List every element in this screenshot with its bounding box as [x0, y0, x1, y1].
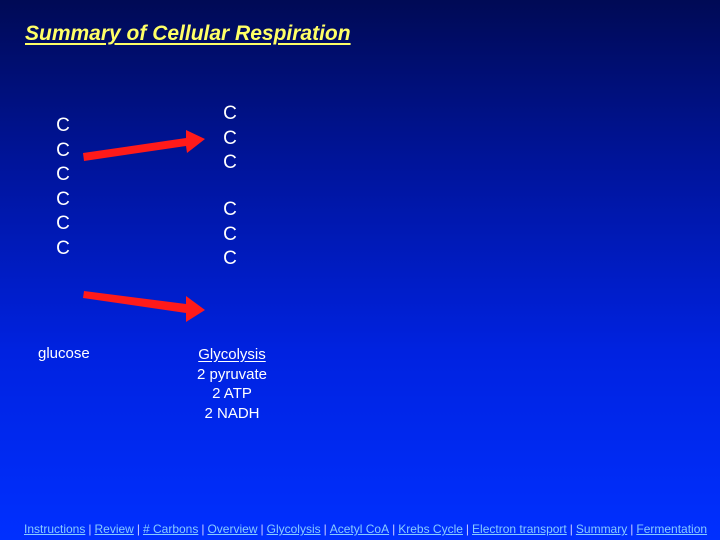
carbon-atom: C — [223, 152, 237, 173]
glycolysis-heading: Glycolysis — [198, 346, 266, 363]
pyruvate-carbon-chain-1: C C C — [220, 102, 240, 176]
nav-link-overview[interactable]: Overview — [207, 522, 257, 536]
product-pyruvate: 2 pyruvate — [196, 365, 268, 383]
glucose-carbon-chain: C C C C C C — [53, 114, 73, 261]
carbon-atom: C — [223, 103, 237, 124]
nav-link-glycolysis[interactable]: Glycolysis — [267, 522, 321, 536]
nav-separator: | — [392, 522, 396, 536]
glycolysis-summary: Glycolysis 2 pyruvate 2 ATP 2 NADH — [180, 345, 284, 423]
navigation-bar: Instructions | Review | # Carbons | Overview | G… — [24, 522, 720, 536]
nav-link-instructions[interactable]: Instructions — [24, 522, 85, 536]
carbon-atom: C — [56, 237, 70, 259]
nav-link-krebs-cycle[interactable]: Krebs Cycle — [398, 522, 463, 536]
arrows-layer — [83, 130, 205, 322]
carbon-atom: C — [223, 127, 237, 149]
nav-link-acetyl-coa[interactable]: Acetyl CoA — [330, 522, 389, 536]
arrow-right-icon — [83, 130, 205, 161]
product-nadh: 2 NADH — [204, 404, 260, 422]
product-atp: 2 ATP — [212, 385, 252, 402]
nav-separator: | — [323, 522, 327, 536]
nav-link-fermentation[interactable]: Fermentation — [636, 522, 707, 536]
nav-separator: | — [260, 522, 264, 536]
slide-title: Summary of Cellular Respiration — [25, 22, 351, 45]
nav-separator: | — [630, 522, 634, 536]
carbon-atom: C — [56, 115, 70, 136]
nav-separator: | — [88, 522, 92, 536]
carbon-atom: C — [56, 164, 70, 185]
nav-link-review[interactable]: Review — [94, 522, 133, 536]
nav-separator: | — [201, 522, 205, 536]
nav-separator: | — [136, 522, 140, 536]
carbon-atom: C — [223, 199, 237, 220]
nav-separator: | — [465, 522, 470, 536]
nav-separator: | — [569, 522, 573, 536]
carbon-atom: C — [56, 213, 70, 234]
glucose-label: glucose — [38, 345, 90, 362]
carbon-atom: C — [56, 188, 70, 210]
carbon-atom: C — [223, 223, 237, 245]
nav-link-carbons[interactable]: # Carbons — [143, 522, 198, 536]
pyruvate-carbon-chain-2: C C C — [220, 198, 240, 272]
carbon-atom: C — [56, 139, 70, 161]
nav-link-summary[interactable]: Summary — [576, 522, 627, 536]
carbon-atom: C — [223, 248, 237, 269]
nav-link-electron-transport[interactable]: Electron transport — [472, 522, 567, 536]
arrow-right-icon — [83, 291, 205, 322]
